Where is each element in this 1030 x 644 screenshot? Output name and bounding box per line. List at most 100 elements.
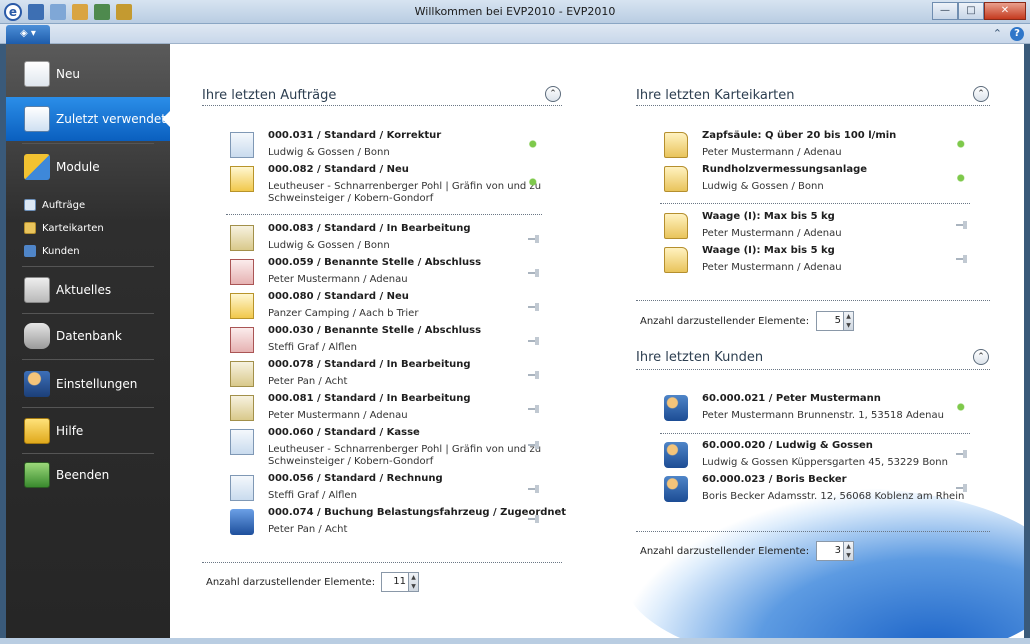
spinner-value: 3 bbox=[834, 545, 841, 556]
ribbon-bar: ◈ ▾ ⌃ ? bbox=[0, 24, 1030, 44]
customer-subtitle: Peter Mustermann Brunnenstr. 1, 53518 Ad… bbox=[702, 410, 944, 421]
recent-documents-icon bbox=[24, 106, 50, 132]
customers-section-title: Ihre letzten Kunden bbox=[636, 350, 764, 365]
module-kunden[interactable]: Kunden bbox=[24, 241, 80, 261]
divider bbox=[660, 203, 970, 204]
pin-icon[interactable] bbox=[528, 178, 540, 186]
order-subtitle: Ludwig & Gossen / Bonn bbox=[268, 147, 390, 158]
customers-collapse-button[interactable]: ⌃ bbox=[973, 349, 989, 365]
customer-item[interactable]: 60.000.021 / Peter Mustermann Peter Must… bbox=[664, 393, 974, 427]
order-item[interactable]: 000.031 / Standard / Korrektur Ludwig & … bbox=[230, 130, 550, 164]
maximize-button[interactable]: □ bbox=[958, 2, 984, 20]
order-subtitle: Steffi Graf / Alflen bbox=[268, 490, 357, 501]
pin-icon[interactable] bbox=[956, 221, 968, 229]
pin-icon[interactable] bbox=[528, 337, 540, 345]
nav-label: Zuletzt verwendet bbox=[56, 112, 166, 126]
cards-count-spinner[interactable]: 5 ▲ ▼ bbox=[816, 311, 854, 331]
card-title: Waage (I): Max bis 5 kg bbox=[702, 211, 835, 222]
order-item[interactable]: 000.074 / Buchung Belastungsfahrzeug / Z… bbox=[230, 507, 566, 541]
nav-hilfe[interactable]: Hilfe bbox=[6, 409, 170, 453]
nav-datenbank[interactable]: Datenbank bbox=[6, 314, 170, 358]
help-icon[interactable]: ? bbox=[1010, 27, 1024, 41]
order-subtitle: Peter Pan / Acht bbox=[268, 376, 348, 387]
order-item[interactable]: 000.081 / Standard / In Bearbeitung Pete… bbox=[230, 393, 550, 427]
pin-icon[interactable] bbox=[956, 450, 968, 458]
order-title: 000.056 / Standard / Rechnung bbox=[268, 473, 443, 484]
nav-aktuelles[interactable]: Aktuelles bbox=[6, 268, 170, 312]
background-swoosh bbox=[624, 488, 1024, 638]
card-item[interactable]: Waage (I): Max bis 5 kg Peter Mustermann… bbox=[664, 245, 974, 279]
pin-icon[interactable] bbox=[528, 303, 540, 311]
pin-icon[interactable] bbox=[956, 484, 968, 492]
nav-module[interactable]: Module bbox=[6, 145, 170, 189]
pin-icon[interactable] bbox=[528, 235, 540, 243]
pin-icon[interactable] bbox=[528, 371, 540, 379]
order-title: 000.081 / Standard / In Bearbeitung bbox=[268, 393, 471, 404]
pin-icon[interactable] bbox=[528, 269, 540, 277]
module-karteikarten[interactable]: Karteikarten bbox=[24, 218, 104, 238]
nav-neu[interactable]: Neu bbox=[6, 52, 170, 96]
order-title: 000.082 / Standard / Neu bbox=[268, 164, 409, 175]
nav-label: Datenbank bbox=[56, 329, 122, 343]
nav-einstellungen[interactable]: Einstellungen bbox=[6, 362, 170, 406]
spinner-arrows-icon[interactable]: ▲ ▼ bbox=[843, 542, 853, 560]
pin-icon[interactable] bbox=[528, 140, 540, 148]
spinner-arrows-icon[interactable]: ▲ ▼ bbox=[843, 312, 853, 330]
customer-item[interactable]: 60.000.020 / Ludwig & Gossen Ludwig & Go… bbox=[664, 440, 974, 474]
orders-collapse-button[interactable]: ⌃ bbox=[545, 86, 561, 102]
card-item[interactable]: Zapfsäule: Q über 20 bis 100 l/min Peter… bbox=[664, 130, 974, 164]
card-title: Rundholzvermessungsanlage bbox=[702, 164, 868, 175]
news-icon bbox=[24, 277, 50, 303]
minimize-button[interactable]: — bbox=[932, 2, 958, 20]
order-item[interactable]: 000.083 / Standard / In Bearbeitung Ludw… bbox=[230, 223, 550, 257]
spinner-arrows-icon[interactable]: ▲ ▼ bbox=[408, 573, 418, 591]
nav-beenden[interactable]: Beenden bbox=[6, 453, 170, 497]
order-item[interactable]: 000.078 / Standard / In Bearbeitung Pete… bbox=[230, 359, 550, 393]
order-item[interactable]: 000.082 / Standard / Neu Leutheuser - Sc… bbox=[230, 164, 550, 204]
nav-label: Module bbox=[56, 160, 100, 174]
pin-icon[interactable] bbox=[528, 441, 540, 449]
application-menu-button[interactable]: ◈ ▾ bbox=[6, 25, 50, 44]
pin-icon[interactable] bbox=[956, 403, 968, 411]
customers-count-label: Anzahl darzustellender Elemente: bbox=[640, 546, 810, 557]
card-item[interactable]: Waage (I): Max bis 5 kg Peter Mustermann… bbox=[664, 211, 974, 245]
order-item[interactable]: 000.059 / Benannte Stelle / Abschluss Pe… bbox=[230, 257, 550, 291]
customers-count-spinner[interactable]: 3 ▲ ▼ bbox=[816, 541, 854, 561]
card-subtitle: Peter Mustermann / Adenau bbox=[702, 147, 842, 158]
cards-collapse-button[interactable]: ⌃ bbox=[973, 86, 989, 102]
order-invoice-icon bbox=[230, 475, 254, 501]
order-subtitle: Leutheuser - Schnarrenberger Pohl | Gräf… bbox=[268, 181, 542, 192]
ribbon-collapse-icon[interactable]: ⌃ bbox=[993, 27, 1002, 41]
folder-icon bbox=[664, 213, 688, 239]
order-title: 000.078 / Standard / In Bearbeitung bbox=[268, 359, 471, 370]
window-title: Willkommen bei EVP2010 - EVP2010 bbox=[414, 5, 616, 18]
order-subtitle: Peter Pan / Acht bbox=[268, 524, 348, 535]
order-edit-icon bbox=[230, 361, 254, 387]
module-auftraege[interactable]: Aufträge bbox=[24, 195, 85, 215]
order-subtitle: Panzer Camping / Aach b Trier bbox=[268, 308, 419, 319]
orders-icon bbox=[24, 199, 36, 211]
nav-zuletzt-verwendet[interactable]: Zuletzt verwendet bbox=[6, 97, 170, 141]
order-item[interactable]: 000.080 / Standard / Neu Panzer Camping … bbox=[230, 291, 550, 325]
main-content: Ihre letzten Aufträge ⌃ 000.031 / Standa… bbox=[170, 44, 1024, 638]
pin-icon[interactable] bbox=[528, 405, 540, 413]
divider bbox=[202, 562, 562, 563]
order-item[interactable]: 000.060 / Standard / Kasse Leutheuser - … bbox=[230, 427, 550, 467]
pin-icon[interactable] bbox=[956, 255, 968, 263]
nav-label: Einstellungen bbox=[56, 377, 138, 391]
module-label: Aufträge bbox=[42, 199, 86, 211]
order-item[interactable]: 000.056 / Standard / Rechnung Steffi Gra… bbox=[230, 473, 550, 507]
card-title: Zapfsäule: Q über 20 bis 100 l/min bbox=[702, 130, 897, 141]
orders-count-spinner[interactable]: 11 ▲ ▼ bbox=[381, 572, 419, 592]
divider bbox=[202, 105, 562, 106]
pin-icon[interactable] bbox=[956, 174, 968, 182]
customer-item[interactable]: 60.000.023 / Boris Becker Boris Becker A… bbox=[664, 474, 974, 508]
close-button[interactable]: ✕ bbox=[984, 2, 1026, 20]
pin-icon[interactable] bbox=[528, 515, 540, 523]
card-item[interactable]: Rundholzvermessungsanlage Ludwig & Gosse… bbox=[664, 164, 974, 198]
exit-door-icon bbox=[24, 462, 50, 488]
pin-icon[interactable] bbox=[956, 140, 968, 148]
order-stamp-icon bbox=[230, 259, 254, 285]
pin-icon[interactable] bbox=[528, 485, 540, 493]
order-item[interactable]: 000.030 / Benannte Stelle / Abschluss St… bbox=[230, 325, 550, 359]
